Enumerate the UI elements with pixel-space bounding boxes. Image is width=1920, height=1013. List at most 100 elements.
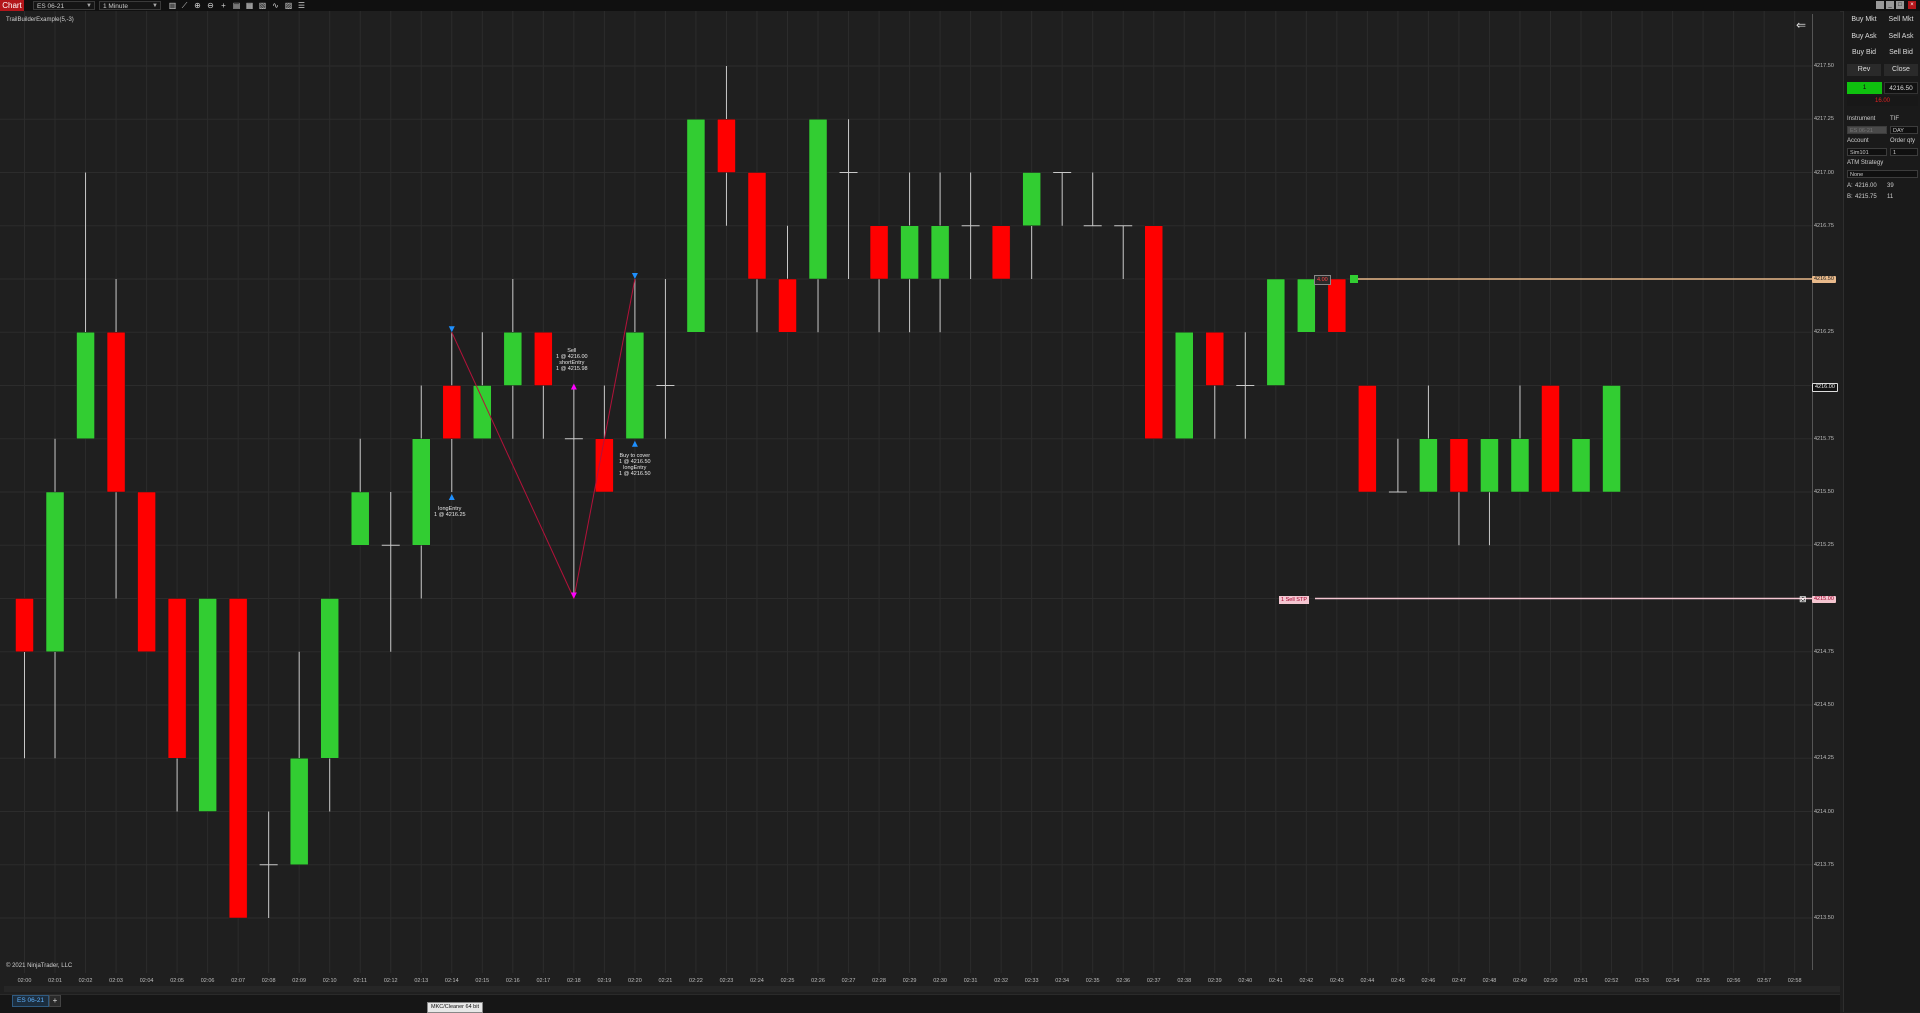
x-tick-label: 02:10 [322, 978, 337, 984]
x-tick-label: 02:42 [1299, 978, 1314, 984]
x-tick-label: 02:45 [1391, 978, 1405, 984]
position-qty[interactable]: 1 [1847, 82, 1882, 94]
x-tick-label: 02:13 [414, 978, 429, 984]
x-tick-label: 02:09 [292, 978, 307, 984]
price-chart[interactable] [0, 11, 1840, 997]
x-tick-label: 02:06 [200, 978, 215, 984]
chart-tab[interactable]: Chart [0, 0, 24, 11]
sell-mkt-button[interactable]: Sell Mkt [1884, 14, 1918, 26]
x-tick-label: 02:53 [1635, 978, 1649, 984]
chart-trader-panel: Buy Mkt Sell Mkt Buy Ask Sell Ask Buy Bi… [1843, 11, 1920, 1012]
trade-note-long-entry: longEntry 1 @ 4216.25 [434, 506, 466, 518]
entry-point-marker [631, 273, 638, 279]
data-box-icon[interactable]: ▤ [232, 1, 241, 10]
drawing-objects-icon[interactable]: ☰ [297, 1, 306, 10]
candle-down [167, 598, 187, 759]
x-tick-label: 02:24 [750, 978, 764, 984]
last-price-flag: 4216.00 [1812, 383, 1838, 392]
x-tick-label: 02:39 [1207, 978, 1222, 984]
properties-icon[interactable]: ▦ [245, 1, 254, 10]
position-pnl-tag[interactable]: 4.00 [1314, 275, 1331, 285]
window-mode-icon[interactable] [1876, 1, 1884, 9]
minimize-icon[interactable]: _ [1886, 1, 1894, 9]
x-tick-label: 02:25 [780, 978, 795, 984]
add-tab-button[interactable]: + [49, 995, 61, 1007]
tab-bar [0, 994, 1840, 1013]
sell-bid-button[interactable]: Sell Bid [1884, 47, 1918, 59]
x-tick-label: 02:26 [811, 978, 825, 984]
candle-up [1602, 385, 1621, 493]
y-tick-label: 4216.75 [1814, 222, 1834, 229]
y-tick-label: 4213.50 [1814, 915, 1834, 921]
sell-ask-button[interactable]: Sell Ask [1884, 31, 1918, 43]
x-tick-label: 02:28 [872, 978, 886, 984]
zoom-out-icon[interactable]: ⊖ [206, 1, 215, 10]
indicators-icon[interactable]: ∿ [271, 1, 280, 10]
candle-down [595, 438, 614, 493]
atm-strategy-select[interactable]: None [1847, 170, 1918, 178]
y-tick-label: 4214.75 [1814, 648, 1834, 655]
tif-select[interactable]: DAY [1890, 126, 1918, 134]
x-tick-label: 02:56 [1726, 978, 1741, 984]
candle-down [137, 491, 156, 652]
x-tick-label: 02:37 [1146, 978, 1161, 984]
position-close-button[interactable] [1350, 275, 1358, 283]
x-tick-label: 02:41 [1268, 978, 1283, 984]
account-select[interactable]: Sim101 [1847, 148, 1887, 156]
buy-mkt-button[interactable]: Buy Mkt [1847, 14, 1881, 26]
instrument-selector[interactable]: ES 06-21 ▼ [33, 1, 95, 10]
copyright-text: © 2021 NinjaTrader, LLC [6, 963, 73, 969]
maximize-icon[interactable]: □ [1896, 1, 1904, 9]
trade-note-buy-to-cover: Buy to cover 1 @ 4216.50 longEntry 1 @ 4… [619, 453, 651, 477]
tab-es-06-21[interactable]: ES 06-21 [12, 995, 50, 1007]
quantity-stepper[interactable]: 1 [1890, 148, 1918, 156]
y-tick-label: 4215.50 [1814, 489, 1834, 495]
candle-up [289, 758, 309, 865]
close-position-button[interactable]: Close [1884, 64, 1918, 76]
crosshair-icon[interactable]: + [219, 1, 228, 10]
ask-label: A: [1847, 183, 1853, 189]
cancel-order-icon[interactable]: ⊠ [1799, 595, 1808, 604]
strategies-icon[interactable]: ▨ [284, 1, 293, 10]
chart-panel[interactable] [0, 11, 1840, 997]
candle-down [778, 278, 797, 333]
bar-type-icon[interactable]: ▥ [168, 1, 177, 10]
instrument-field[interactable]: ES 06-21 [1847, 126, 1887, 134]
zoom-in-icon[interactable]: ⊕ [193, 1, 202, 10]
buy-ask-button[interactable]: Buy Ask [1847, 31, 1881, 43]
reverse-button[interactable]: Rev [1847, 64, 1881, 76]
candle-up [45, 491, 65, 652]
candle-down [15, 598, 34, 652]
x-tick-label: 02:21 [658, 978, 673, 984]
x-tick-label: 02:11 [353, 978, 367, 984]
candle-down [1205, 332, 1225, 386]
candle-up [900, 225, 919, 280]
x-tick-label: 02:44 [1360, 978, 1375, 984]
account-label: Account [1847, 138, 1869, 144]
x-tick-label: 02:31 [963, 978, 978, 984]
price-axis-line [1812, 14, 1813, 970]
back-arrow-icon[interactable]: ⇐ [1796, 18, 1806, 32]
x-tick-label: 02:23 [719, 978, 734, 984]
draw-icon[interactable]: ⟋ [180, 1, 189, 10]
x-tick-label: 02:36 [1116, 978, 1131, 984]
candle-up [686, 119, 706, 333]
candle-down [991, 225, 1011, 280]
candle-up [625, 332, 645, 439]
y-tick-label: 4214.00 [1814, 808, 1834, 815]
interval-selector[interactable]: 1 Minute ▼ [99, 1, 161, 10]
close-icon[interactable]: × [1908, 1, 1916, 9]
buy-bid-button[interactable]: Buy Bid [1847, 47, 1881, 59]
x-tick-label: 02:20 [628, 978, 642, 984]
chart-scrollbar[interactable] [4, 986, 1840, 992]
x-tick-label: 02:51 [1574, 978, 1588, 984]
template-icon[interactable]: ▧ [258, 1, 267, 10]
candle-up [1266, 278, 1286, 386]
stop-order-tag[interactable]: 1 Sell STP [1279, 596, 1309, 604]
candle-down [1144, 225, 1163, 439]
position-avg-price: 4216.50 [1884, 82, 1918, 94]
candle-up [1510, 438, 1530, 493]
candle-up [1480, 438, 1499, 493]
candle-up [350, 491, 370, 546]
x-tick-label: 02:27 [841, 978, 856, 984]
